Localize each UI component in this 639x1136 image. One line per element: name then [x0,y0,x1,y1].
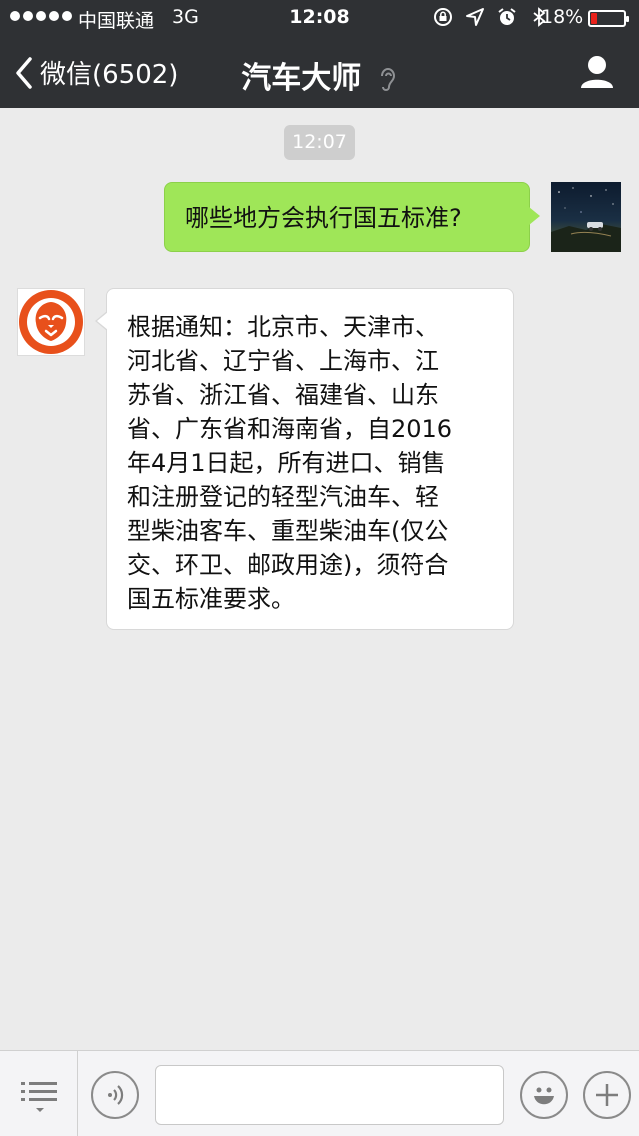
nav-bar: 微信(6502) 汽车大师 [0,36,639,108]
menu-button[interactable] [0,1051,78,1136]
message-line: 苏省、浙江省、福建省、山东 [127,381,439,409]
menu-list-icon [21,1082,57,1112]
top-bar: 中国联通 3G 12:08 18% 微信(6502) 汽车大师 [0,0,639,108]
message-line: 和注册登记的轻型汽油车、轻 [127,483,439,511]
night-sky-photo [551,187,621,252]
rotation-lock-icon [434,8,452,26]
bot-avatar[interactable] [17,288,85,356]
message-line: 国五标准要求。 [127,585,295,613]
person-icon[interactable] [578,54,616,90]
message-line: 年4月1日起，所有进口、销售 [127,449,446,477]
lion-logo-icon [19,290,83,354]
ear-icon [380,67,395,91]
emoji-button[interactable] [520,1071,568,1119]
plus-icon [596,1084,618,1106]
battery-icon [588,10,629,27]
message-input[interactable] [155,1065,504,1125]
location-icon [466,8,484,26]
message-line: 省、广东省和海南省，自2016 [127,415,453,443]
message-timestamp: 12:07 [284,125,355,160]
my-avatar[interactable] [551,182,621,252]
voice-icon [108,1085,124,1105]
my-message-bubble[interactable]: 哪些地方会执行国五标准? [164,182,540,252]
message-line: 交、环卫、邮政用途)，须符合 [127,551,449,579]
emoji-icon [534,1087,554,1105]
input-toolbar [0,1050,639,1136]
message-line: 型柴油客车、重型柴油车(仅公 [127,517,449,545]
battery-percent: 18% [541,6,584,28]
plus-button[interactable] [583,1071,631,1119]
status-icons [432,6,550,28]
message-line: 河北省、辽宁省、上海市、江 [127,347,439,375]
bot-message-bubble[interactable]: 根据通知：北京市、天津市、 河北省、辽宁省、上海市、江 苏省、浙江省、福建省、山… [95,288,514,630]
page-title: 汽车大师 [0,53,639,97]
alarm-icon [498,8,516,25]
message-line: 根据通知：北京市、天津市、 [127,313,439,341]
voice-button[interactable] [91,1071,139,1119]
status-bar: 中国联通 3G 12:08 18% [0,0,639,36]
chat-title: 汽车大师 [241,61,362,96]
